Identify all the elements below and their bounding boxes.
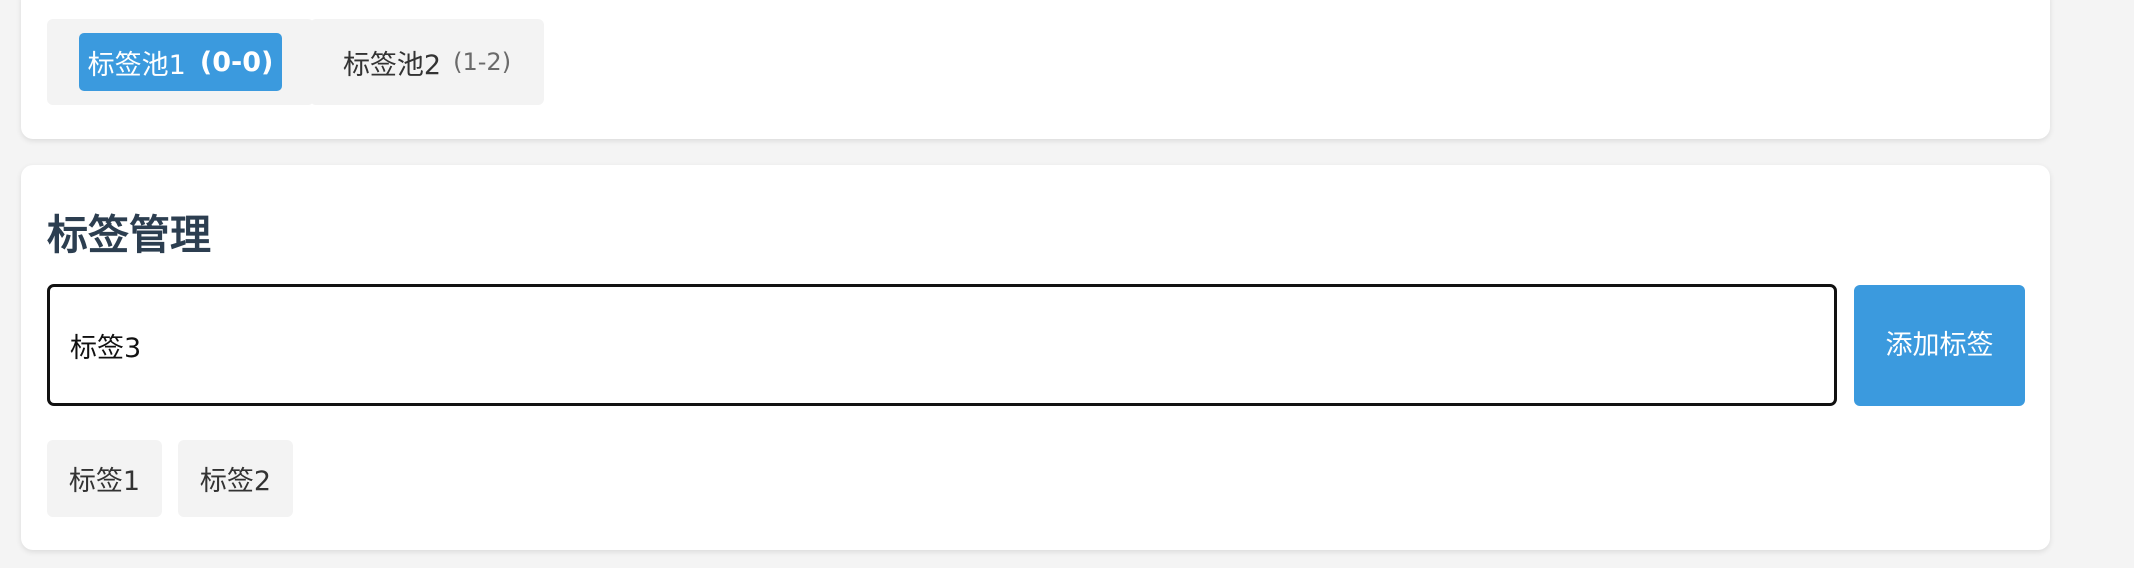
new-tag-input[interactable] <box>47 284 1837 406</box>
tag-pool-panel: 标签池1 (0-0) 标签池2 (1-2) <box>21 0 2050 139</box>
tag-pool-1-label: 标签池1 <box>87 49 186 81</box>
tag-pool-1-range: (0-0) <box>199 46 274 78</box>
tag-pool-2-button[interactable]: 标签池2 (1-2) <box>310 19 544 105</box>
tag-chip-label: 标签2 <box>199 466 272 497</box>
tag-pool-2-content: 标签池2 (1-2) <box>343 43 511 82</box>
tag-pool-1-active-highlight: 标签池1 (0-0) <box>79 33 282 91</box>
add-tag-button[interactable]: 添加标签 <box>1854 285 2025 406</box>
section-title: 标签管理 <box>47 211 211 259</box>
tag-pool-1-button[interactable]: 标签池1 (0-0) <box>47 19 314 105</box>
tag-chip-1[interactable]: 标签1 <box>47 440 162 517</box>
tag-chip-label: 标签1 <box>68 466 141 497</box>
tag-chip-2[interactable]: 标签2 <box>178 440 293 517</box>
tag-pool-2-range: (1-2) <box>453 48 512 76</box>
tag-management-panel: 标签管理 添加标签 标签1 标签2 <box>21 165 2050 550</box>
tag-pool-2-label: 标签池2 <box>342 49 442 81</box>
